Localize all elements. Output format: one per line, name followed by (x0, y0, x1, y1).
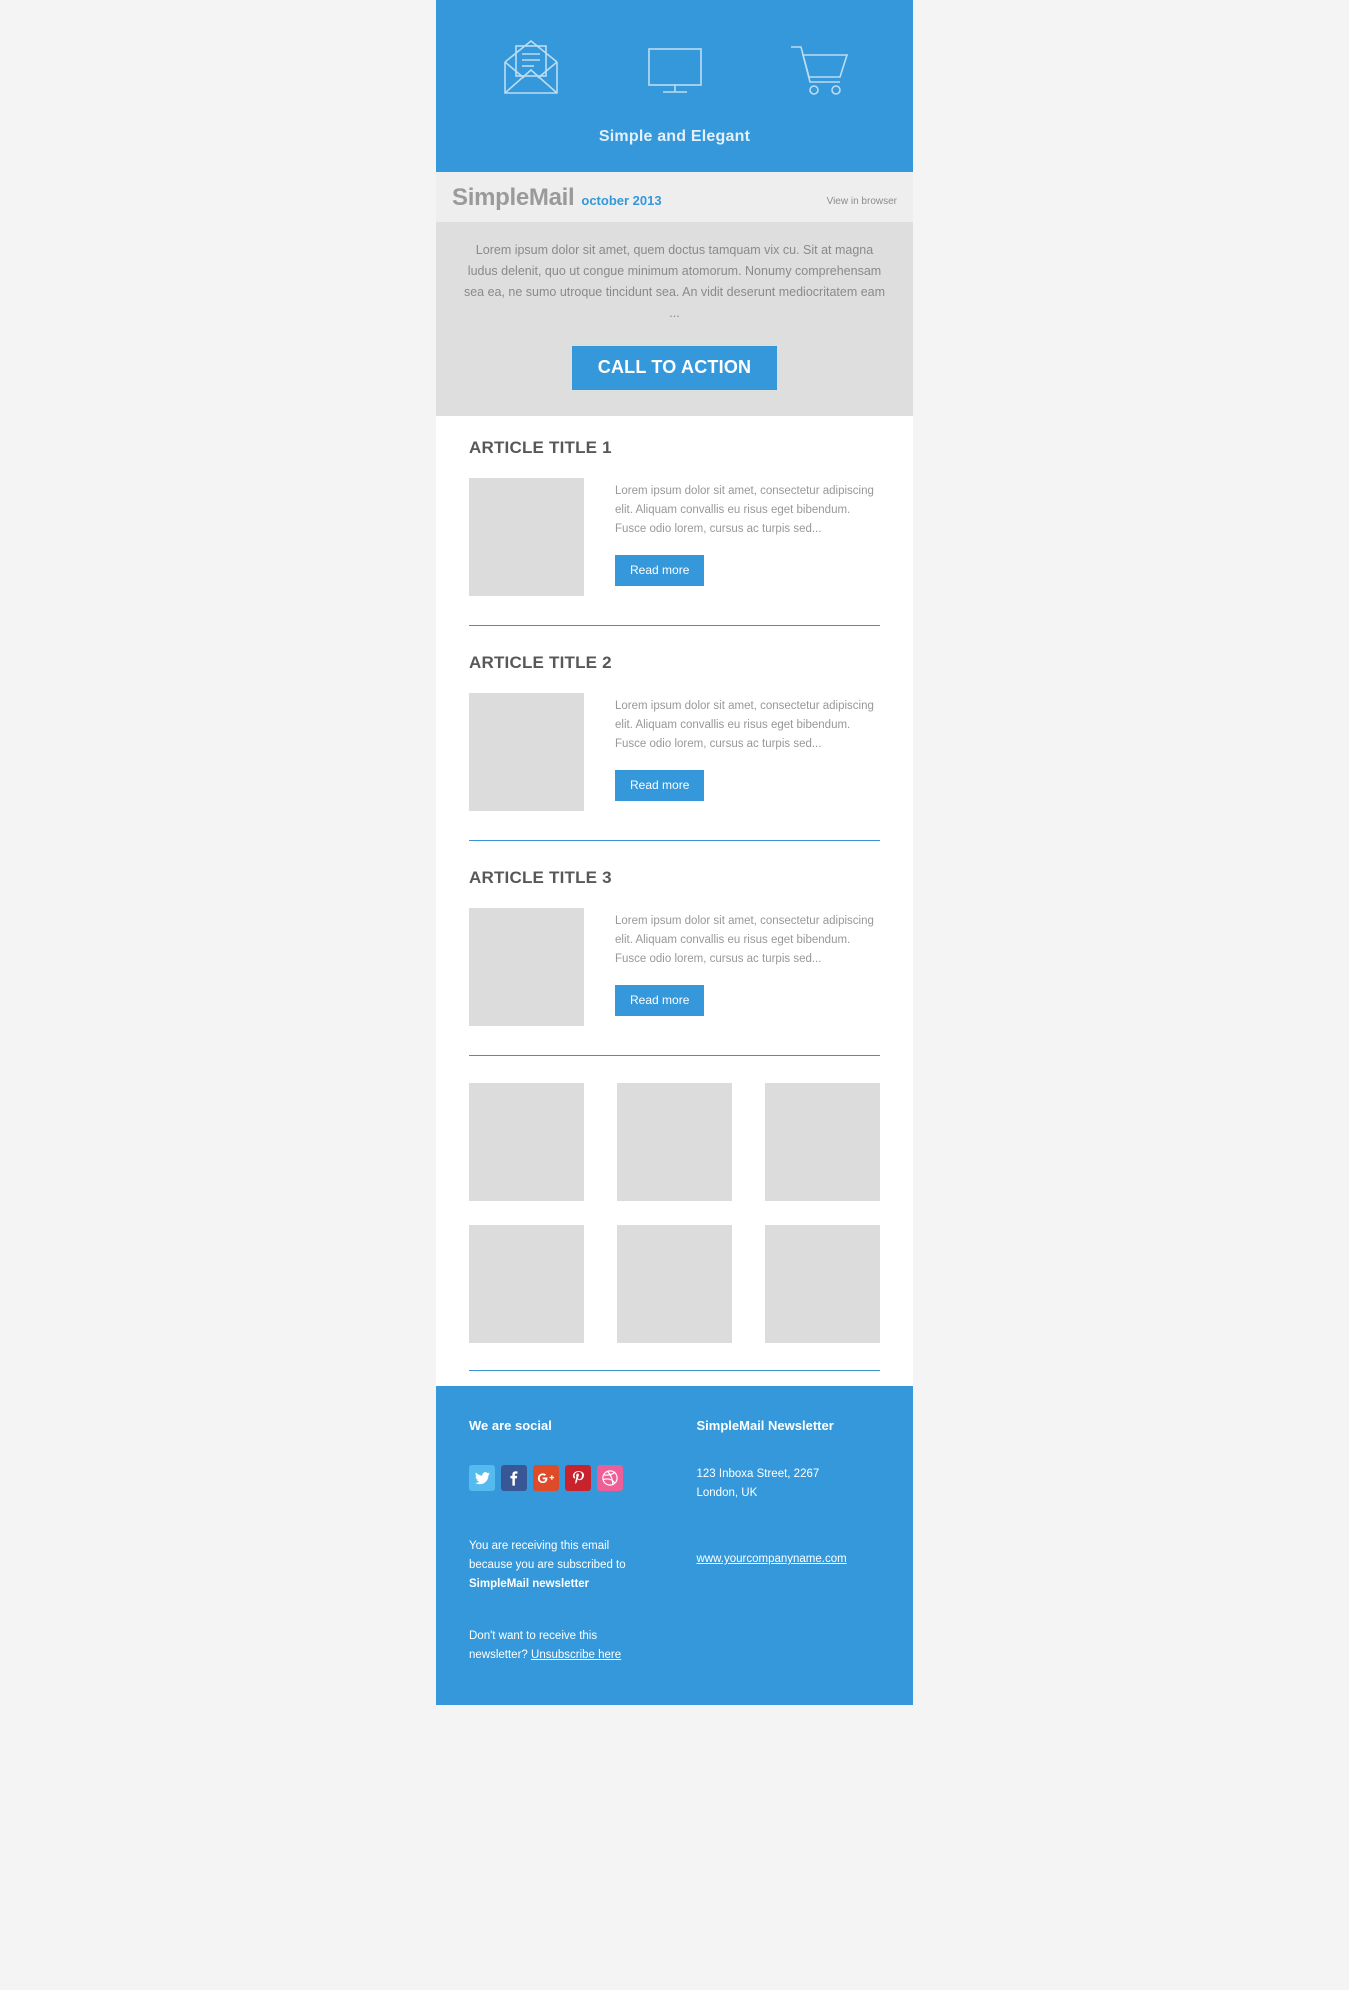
article-text: Lorem ipsum dolor sit amet, consectetur … (615, 485, 874, 535)
googleplus-icon[interactable] (533, 1465, 559, 1491)
article-body: Lorem ipsum dolor sit amet, consectetur … (615, 478, 880, 596)
article-title: ARTICLE TITLE 3 (469, 868, 612, 887)
address-line-2: London, UK (696, 1487, 758, 1499)
social-icon-row (469, 1465, 675, 1491)
gallery-image-placeholder[interactable] (617, 1083, 732, 1201)
intro-text: Lorem ipsum dolor sit amet, quem doctus … (463, 243, 886, 320)
article-body: Lorem ipsum dolor sit amet, consectetur … (615, 693, 880, 811)
open-envelope-icon (502, 40, 560, 96)
gallery-row (469, 1083, 880, 1201)
intro-section: Lorem ipsum dolor sit amet, quem doctus … (436, 222, 913, 416)
read-more-button[interactable]: Read more (615, 985, 705, 1016)
unsubscribe-prefix: newsletter? (469, 1649, 532, 1661)
hero-banner: Simple and Elegant (436, 0, 913, 172)
email-footer: We are social You are receiving this ema… (436, 1386, 913, 1705)
cta-wrapper: CALL TO ACTION (462, 346, 887, 390)
gallery-image-placeholder[interactable] (617, 1225, 732, 1343)
brand-name: SimpleMail (452, 184, 575, 211)
pinterest-icon[interactable] (565, 1465, 591, 1491)
footer-social-column: We are social You are receiving this ema… (469, 1418, 675, 1665)
hero-title: Simple and Elegant (598, 128, 751, 145)
company-address: 123 Inboxa Street, 2267 London, UK (697, 1465, 881, 1503)
brand-bar: SimpleMail october 2013 View in browser (436, 172, 913, 222)
body-bottom-spacer (469, 1371, 880, 1386)
email-container: Simple and Elegant SimpleMail october 20… (436, 0, 913, 1705)
monitor-icon (646, 46, 704, 96)
unsubscribe-notice: Don't want to receive this newsletter? U… (469, 1627, 675, 1665)
footer-info-column: SimpleMail Newsletter 123 Inboxa Street,… (675, 1418, 881, 1665)
unsubscribe-line-2: newsletter? Unsubscribe here (469, 1646, 675, 1665)
article-row: Lorem ipsum dolor sit amet, consectetur … (469, 908, 880, 1026)
article-image-placeholder (469, 908, 584, 1026)
call-to-action-button[interactable]: CALL TO ACTION (571, 346, 778, 390)
issue-date: october 2013 (581, 193, 662, 208)
email-preview-page: Simple and Elegant SimpleMail october 20… (0, 0, 1349, 1990)
read-more-button[interactable]: Read more (615, 555, 705, 586)
article-body: Lorem ipsum dolor sit amet, consectetur … (615, 908, 880, 1026)
facebook-icon[interactable] (501, 1465, 527, 1491)
twitter-icon[interactable] (469, 1465, 495, 1491)
article-row: Lorem ipsum dolor sit amet, consectetur … (469, 693, 880, 811)
subscription-line-2: because you are subscribed to (469, 1559, 626, 1571)
article-2: ARTICLE TITLE 2 Lorem ipsum dolor sit am… (469, 653, 880, 811)
hero-icon-row (436, 34, 913, 96)
article-3: ARTICLE TITLE 3 Lorem ipsum dolor sit am… (469, 868, 880, 1026)
article-text: Lorem ipsum dolor sit amet, consectetur … (615, 700, 874, 750)
website-link[interactable]: www.yourcompanyname.com (697, 1553, 847, 1565)
article-1: ARTICLE TITLE 1 Lorem ipsum dolor sit am… (469, 438, 880, 596)
newsletter-heading: SimpleMail Newsletter (696, 1418, 834, 1433)
article-title: ARTICLE TITLE 1 (469, 438, 612, 457)
section-divider (469, 840, 880, 841)
read-more-button[interactable]: Read more (615, 770, 705, 801)
social-heading: We are social (469, 1418, 552, 1433)
unsubscribe-line-1: Don't want to receive this (469, 1630, 598, 1642)
article-image-placeholder (469, 478, 584, 596)
view-in-browser-link[interactable]: View in browser (827, 190, 897, 207)
address-line-1: 123 Inboxa Street, 2267 (696, 1468, 820, 1480)
gallery-image-placeholder[interactable] (765, 1083, 880, 1201)
section-divider (469, 625, 880, 626)
subscription-line-1: You are receiving this email (469, 1540, 610, 1552)
gallery-row (469, 1225, 880, 1343)
article-text: Lorem ipsum dolor sit amet, consectetur … (615, 915, 874, 965)
dribbble-icon[interactable] (597, 1465, 623, 1491)
gallery-image-placeholder[interactable] (765, 1225, 880, 1343)
gallery-image-placeholder[interactable] (469, 1225, 584, 1343)
shopping-cart-icon (790, 44, 848, 96)
article-image-placeholder (469, 693, 584, 811)
subscription-notice: You are receiving this email because you… (469, 1537, 675, 1594)
unsubscribe-link[interactable]: Unsubscribe here (531, 1649, 621, 1661)
image-gallery (469, 1083, 880, 1371)
email-body: ARTICLE TITLE 1 Lorem ipsum dolor sit am… (436, 416, 913, 1386)
subscription-line-3: SimpleMail newsletter (469, 1578, 590, 1590)
article-row: Lorem ipsum dolor sit amet, consectetur … (469, 478, 880, 596)
section-divider (469, 1055, 880, 1056)
gallery-image-placeholder[interactable] (469, 1083, 584, 1201)
article-title: ARTICLE TITLE 2 (469, 653, 612, 672)
